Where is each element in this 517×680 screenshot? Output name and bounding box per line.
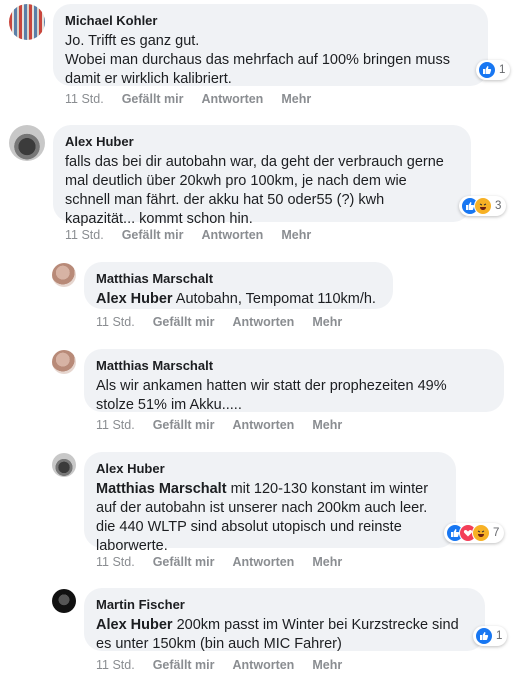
comment-line: schnell man fährt. der akku hat 50 oder5… (65, 192, 385, 208)
comment-bubble: Alex Huber Matthias Marschalt mit 120-13… (84, 452, 456, 554)
comment-text: Als wir ankamen hatten wir statt der pro… (96, 377, 492, 415)
mention-link[interactable]: Alex Huber (96, 617, 173, 633)
comment-actions: 11 Std. Gefällt mir Antworten Mehr (96, 555, 360, 569)
comment-text: Jo. Trifft es ganz gut. Wobei man durcha… (65, 32, 476, 89)
more-link[interactable]: Mehr (281, 92, 311, 106)
like-link[interactable]: Gefällt mir (153, 555, 215, 569)
haha-reaction-icon (472, 524, 490, 542)
reaction-summary[interactable]: 7 (444, 523, 505, 543)
avatar[interactable] (9, 125, 45, 161)
comment-author[interactable]: Alex Huber (96, 460, 444, 477)
more-link[interactable]: Mehr (312, 418, 342, 432)
mention-link[interactable]: Matthias Marschalt (96, 481, 227, 497)
reply-link[interactable]: Antworten (233, 555, 295, 569)
comment-line: Wobei man durchaus das mehrfach auf 100%… (65, 52, 451, 68)
like-link[interactable]: Gefällt mir (153, 658, 215, 672)
comment-actions: 11 Std. Gefällt mir Antworten Mehr (96, 315, 360, 329)
avatar[interactable] (52, 453, 76, 477)
comment-bubble: Alex Huber falls das bei dir autobahn wa… (53, 125, 471, 227)
reaction-summary[interactable]: 1 (476, 60, 511, 80)
comment-timestamp[interactable]: 11 Std. (96, 315, 135, 329)
reply-link[interactable]: Antworten (202, 228, 264, 242)
reply-link[interactable]: Antworten (233, 418, 295, 432)
comment-author[interactable]: Alex Huber (65, 133, 459, 150)
comment-line: Jo. Trifft es ganz gut. (65, 33, 200, 49)
reaction-count: 7 (493, 527, 500, 539)
comment-line: falls das bei dir autobahn war, da geht … (65, 154, 444, 170)
haha-reaction-icon (474, 197, 492, 215)
comment-author[interactable]: Martin Fischer (96, 596, 473, 613)
comment-line: Als wir ankamen hatten wir statt der pro… (96, 378, 447, 394)
comment-line: kapazität... kommt schon hin. (65, 211, 253, 227)
comment-text: falls das bei dir autobahn war, da geht … (65, 153, 459, 229)
comment-author[interactable]: Matthias Marschalt (96, 270, 381, 287)
comment-text: Alex Huber 200km passt im Winter bei Kur… (96, 616, 473, 654)
reply-link[interactable]: Antworten (233, 315, 295, 329)
comment-timestamp[interactable]: 11 Std. (96, 418, 135, 432)
reaction-count: 1 (496, 630, 503, 642)
like-reaction-icon (478, 61, 496, 79)
comment-line: stolze 51% im Akku..... (96, 397, 242, 413)
like-link[interactable]: Gefällt mir (122, 92, 184, 106)
reply-link[interactable]: Antworten (202, 92, 264, 106)
comment-timestamp[interactable]: 11 Std. (96, 555, 135, 569)
comment-bubble: Matthias Marschalt Als wir ankamen hatte… (84, 349, 504, 415)
like-link[interactable]: Gefällt mir (153, 418, 215, 432)
comment-bubble: Matthias Marschalt Alex Huber Autobahn, … (84, 262, 393, 309)
comment-actions: 11 Std. Gefällt mir Antworten Mehr (65, 228, 329, 242)
comment-timestamp[interactable]: 11 Std. (96, 658, 135, 672)
like-reaction-icon (475, 627, 493, 645)
comment-line: auf der autobahn ist unserer nach 200km … (96, 500, 428, 516)
comment-line: es unter 150km (bin auch MIC Fahrer) (96, 636, 342, 652)
comment-line: mit 120-130 konstant im winter (226, 481, 429, 497)
comment-bubble: Michael Kohler Jo. Trifft es ganz gut. W… (53, 4, 488, 89)
avatar[interactable] (52, 589, 76, 613)
avatar[interactable] (52, 263, 76, 287)
comment-line: die 440 WLTP sind absolut utopisch und r… (96, 519, 402, 535)
like-link[interactable]: Gefällt mir (122, 228, 184, 242)
comment-actions: 11 Std. Gefällt mir Antworten Mehr (96, 658, 360, 672)
more-link[interactable]: Mehr (312, 315, 342, 329)
comment-bubble: Martin Fischer Alex Huber 200km passt im… (84, 588, 485, 654)
reaction-count: 3 (495, 200, 502, 212)
like-link[interactable]: Gefällt mir (153, 315, 215, 329)
reaction-count: 1 (499, 64, 506, 76)
comment-timestamp[interactable]: 11 Std. (65, 92, 104, 106)
comment-text: Matthias Marschalt mit 120-130 konstant … (96, 480, 444, 556)
comment-text: Alex Huber Autobahn, Tempomat 110km/h. (96, 290, 381, 309)
reaction-summary[interactable]: 1 (473, 626, 508, 646)
comment-timestamp[interactable]: 11 Std. (65, 228, 104, 242)
reaction-summary[interactable]: 3 (459, 196, 507, 216)
comment-line: damit er wirklich kalibriert. (65, 71, 232, 87)
avatar[interactable] (52, 350, 76, 374)
comment-line: 200km passt im Winter bei Kurzstrecke si… (172, 617, 459, 633)
comment-actions: 11 Std. Gefällt mir Antworten Mehr (65, 92, 329, 106)
comment-line: mal deutlich über 20kwh pro 100km, je na… (65, 173, 407, 189)
avatar[interactable] (9, 4, 45, 40)
comment-actions: 11 Std. Gefällt mir Antworten Mehr (96, 418, 360, 432)
comment-author[interactable]: Michael Kohler (65, 12, 476, 29)
more-link[interactable]: Mehr (312, 658, 342, 672)
more-link[interactable]: Mehr (312, 555, 342, 569)
reply-link[interactable]: Antworten (233, 658, 295, 672)
comment-author[interactable]: Matthias Marschalt (96, 357, 492, 374)
comment-line: laborwerte. (96, 538, 168, 554)
more-link[interactable]: Mehr (281, 228, 311, 242)
mention-link[interactable]: Alex Huber (96, 291, 173, 307)
comment-line: Autobahn, Tempomat 110km/h. (172, 291, 376, 307)
